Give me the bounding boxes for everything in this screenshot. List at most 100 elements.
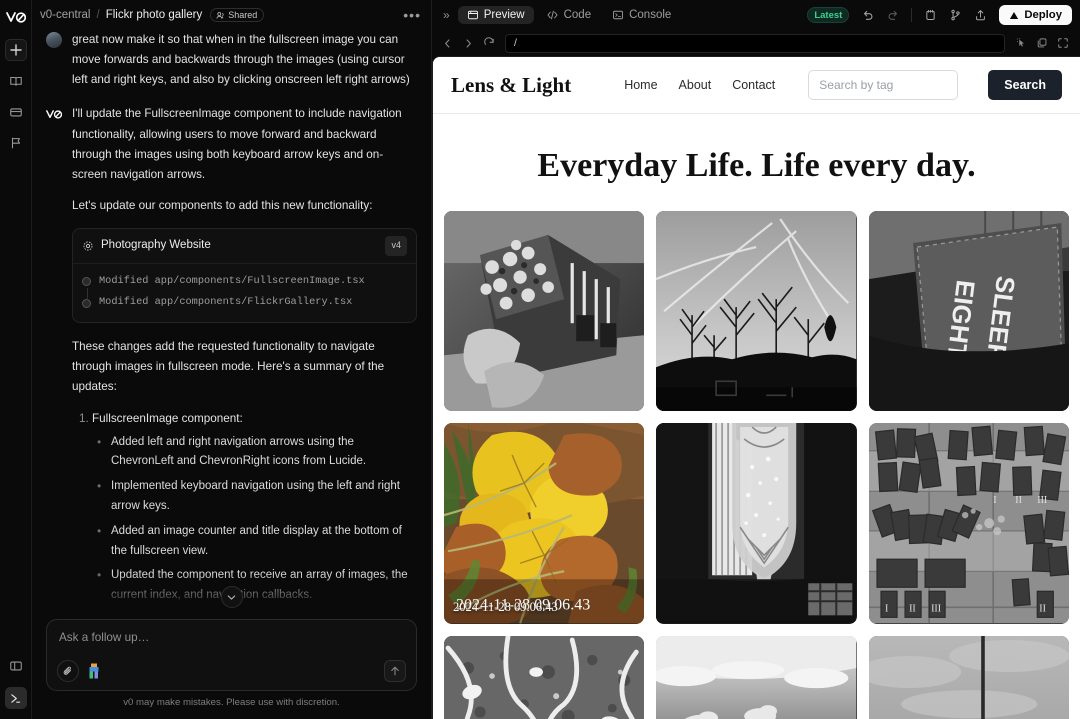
gingerbread-house-photo xyxy=(444,211,645,412)
summary-intro-text: These changes add the requested function… xyxy=(72,340,385,394)
preview-icon xyxy=(467,10,478,20)
user-message-text: great now make it so that when in the fu… xyxy=(72,33,410,87)
svg-text:II: II xyxy=(1015,495,1022,506)
photo-cell[interactable] xyxy=(656,635,857,719)
cursor-select-icon[interactable] xyxy=(1012,34,1030,52)
tag-search-button[interactable]: Search xyxy=(988,70,1062,100)
bullet-item: Implemented keyboard navigation using th… xyxy=(94,476,417,517)
v0-logo-icon[interactable] xyxy=(4,7,28,27)
assistant-lead-text: Let's update our components to add this … xyxy=(72,198,373,212)
trees-and-sky-photo xyxy=(656,211,857,412)
site-link-about[interactable]: About xyxy=(679,78,712,92)
paperclip-icon[interactable] xyxy=(57,660,79,682)
version-card[interactable]: Photography Website v4 Modified app/comp… xyxy=(72,228,417,324)
user-message-body: great now make it so that when in the fu… xyxy=(72,30,417,90)
redo-icon[interactable] xyxy=(882,5,903,26)
chevron-left-icon xyxy=(444,38,449,48)
share-icon[interactable] xyxy=(970,5,991,26)
tab-preview[interactable]: Preview xyxy=(457,6,534,24)
settings-gear-icon xyxy=(83,241,93,251)
file-row[interactable]: Modified app/components/FlickrGallery.ts… xyxy=(82,292,407,314)
back-button[interactable] xyxy=(438,34,456,52)
shared-badge[interactable]: Shared xyxy=(210,8,265,22)
figma-icon[interactable] xyxy=(87,663,101,679)
file-row[interactable]: Modified app/components/FullscreenImage.… xyxy=(82,271,407,293)
bullet-item: Updated the component to receive an arra… xyxy=(94,565,417,606)
toggle-panel-icon[interactable] xyxy=(5,655,27,677)
summary-steps: FullscreenImage component: Added left an… xyxy=(72,409,417,619)
asphalt-paint-texture-photo xyxy=(444,635,645,719)
reload-button[interactable] xyxy=(480,34,498,52)
collapse-chat-button[interactable]: » xyxy=(438,8,455,22)
copy-icon[interactable] xyxy=(1033,34,1051,52)
tag-search-input[interactable]: Search by tag xyxy=(808,70,959,100)
photo-cell[interactable]: 2024-11-28 09.06.43 2024-11-28 09.06.43 xyxy=(444,423,645,624)
left-rail xyxy=(0,0,32,719)
composer[interactable]: Ask a follow up… xyxy=(46,619,417,691)
forward-button[interactable] xyxy=(459,34,477,52)
user-message: great now make it so that when in the fu… xyxy=(46,30,417,90)
git-branch-icon[interactable] xyxy=(945,5,966,26)
tab-console-label: Console xyxy=(629,9,672,21)
tab-code[interactable]: Code xyxy=(537,6,601,24)
url-input[interactable]: / xyxy=(505,33,1005,53)
step-bullets: Added left and right navigation arrows u… xyxy=(92,432,417,606)
eight-sleep-label-photo: EIGHT SLEEP xyxy=(868,211,1069,412)
assistant-message: I'll update the FullscreenImage componen… xyxy=(46,104,417,619)
assistant-intro-text: I'll update the FullscreenImage componen… xyxy=(72,107,402,181)
site-logo[interactable]: Lens & Light xyxy=(451,73,571,98)
people-icon xyxy=(216,11,224,19)
photo-cell[interactable] xyxy=(656,423,857,624)
photo-cell[interactable] xyxy=(444,635,645,719)
deploy-button[interactable]: Deploy xyxy=(999,5,1072,25)
avatar xyxy=(46,32,62,48)
photo-cell[interactable] xyxy=(444,211,645,412)
composer-wrap: Ask a follow up… v0 may make mistakes. P… xyxy=(32,619,431,719)
crystal-glass-photo xyxy=(656,423,857,624)
url-bar: / xyxy=(432,30,1080,56)
breadcrumb-workspace[interactable]: v0-central xyxy=(40,9,91,21)
site-link-contact[interactable]: Contact xyxy=(732,78,775,92)
deploy-label: Deploy xyxy=(1024,9,1062,21)
toolbar-right: Latest Deploy xyxy=(807,5,1072,26)
file-label: Modified app/components/FullscreenImage.… xyxy=(99,274,365,287)
bullet-item: Added an image counter and title display… xyxy=(94,521,417,562)
chevron-down-icon xyxy=(227,594,236,600)
followup-input[interactable]: Ask a follow up… xyxy=(57,630,406,660)
site-hero-title: Everyday Life. Life every day. xyxy=(537,147,976,184)
projects-folder-icon[interactable] xyxy=(5,101,27,123)
photo-cell[interactable] xyxy=(656,211,857,412)
photo-cell[interactable] xyxy=(868,635,1069,719)
chat-header: v0-central / Flickr photo gallery Shared… xyxy=(32,0,431,30)
version-card-header: Photography Website v4 xyxy=(73,229,416,264)
undo-icon[interactable] xyxy=(857,5,878,26)
scroll-to-bottom-button[interactable] xyxy=(220,586,243,608)
terminal-icon[interactable] xyxy=(4,687,27,709)
new-chat-button[interactable] xyxy=(4,39,27,61)
version-card-files: Modified app/components/FullscreenImage.… xyxy=(73,264,416,322)
chat-scroll-area[interactable]: great now make it so that when in the fu… xyxy=(32,30,431,619)
preview-frame: Lens & Light Home About Contact Search b… xyxy=(432,56,1080,719)
send-button[interactable] xyxy=(384,660,406,682)
svg-text:II: II xyxy=(909,604,916,615)
history-icon[interactable] xyxy=(920,5,941,26)
svg-text:III: III xyxy=(931,604,941,615)
code-icon xyxy=(547,10,558,20)
site-link-home[interactable]: Home xyxy=(624,78,657,92)
assistant-message-body: I'll update the FullscreenImage componen… xyxy=(72,104,417,619)
file-dot-icon xyxy=(82,277,91,287)
tab-console[interactable]: Console xyxy=(603,6,680,24)
svg-text:I: I xyxy=(993,495,996,506)
photo-cell[interactable]: I II III I II III II xyxy=(868,423,1069,624)
shared-badge-label: Shared xyxy=(228,10,258,20)
photo-cell[interactable]: EIGHT SLEEP xyxy=(868,211,1069,412)
site-nav: Lens & Light Home About Contact Search b… xyxy=(433,57,1080,114)
file-label: Modified app/components/FlickrGallery.ts… xyxy=(99,296,353,309)
breadcrumb-current[interactable]: Flickr photo gallery xyxy=(106,9,203,21)
disclaimer-text: v0 may make mistakes. Please use with di… xyxy=(123,697,340,708)
chat-pane: v0-central / Flickr photo gallery Shared… xyxy=(32,0,432,719)
library-icon[interactable] xyxy=(5,70,27,92)
fullscreen-icon[interactable] xyxy=(1054,34,1072,52)
flag-icon[interactable] xyxy=(5,132,27,154)
chat-more-button[interactable]: ••• xyxy=(403,8,421,22)
